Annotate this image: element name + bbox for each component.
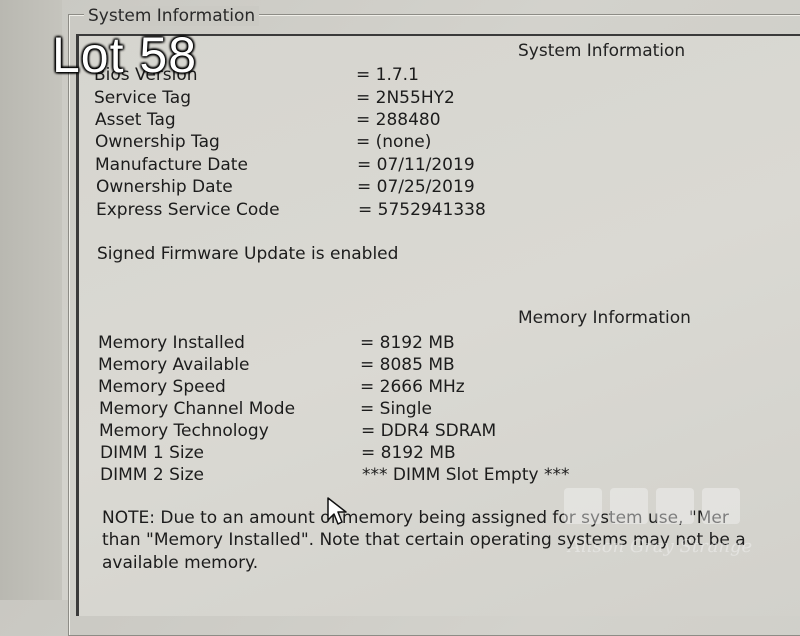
- value-memory-speed: = 2666 MHz: [360, 377, 465, 397]
- memory-info-heading: Memory Information: [518, 308, 691, 328]
- label-ownership-date: Ownership Date: [96, 177, 233, 197]
- value-ownership-tag: = (none): [356, 132, 432, 152]
- value-memory-technology: = DDR4 SDRAM: [361, 421, 497, 441]
- value-service-tag: = 2N55HY2: [356, 88, 455, 108]
- value-memory-available: = 8085 MB: [360, 355, 455, 375]
- watermark-logo-block: [702, 488, 740, 524]
- value-dimm1-size: = 8192 MB: [361, 443, 456, 463]
- value-bios-version: = 1.7.1: [356, 65, 419, 85]
- lot-number-overlay: Lot 58: [52, 27, 198, 83]
- value-ownership-date: = 07/25/2019: [357, 177, 475, 197]
- watermark-logo-block: [656, 488, 694, 524]
- watermark-logo-block: [610, 488, 648, 524]
- label-memory-installed: Memory Installed: [98, 333, 245, 353]
- label-ownership-tag: Ownership Tag: [95, 132, 220, 152]
- note-line-3: available memory.: [102, 553, 259, 573]
- value-manufacture-date: = 07/11/2019: [357, 155, 475, 175]
- value-express-service-code: = 5752941338: [358, 200, 486, 220]
- label-dimm2-size: DIMM 2 Size: [100, 465, 204, 485]
- label-memory-technology: Memory Technology: [99, 421, 269, 441]
- firmware-status: Signed Firmware Update is enabled: [97, 244, 399, 264]
- value-asset-tag: = 288480: [356, 110, 441, 130]
- group-title: System Information: [84, 6, 260, 26]
- label-manufacture-date: Manufacture Date: [95, 155, 248, 175]
- label-express-service-code: Express Service Code: [96, 200, 280, 220]
- label-asset-tag: Asset Tag: [95, 110, 176, 130]
- value-memory-installed: = 8192 MB: [360, 333, 455, 353]
- label-dimm1-size: DIMM 1 Size: [100, 443, 204, 463]
- system-info-heading: System Information: [518, 41, 686, 61]
- watermark-text: Alison Gray Strange: [568, 536, 753, 557]
- value-dimm2-size: *** DIMM Slot Empty ***: [362, 465, 570, 485]
- photographer-watermark: Alison Gray Strange: [560, 488, 760, 568]
- label-memory-speed: Memory Speed: [98, 377, 226, 397]
- label-service-tag: Service Tag: [94, 88, 192, 108]
- value-memory-channel-mode: = Single: [360, 399, 432, 419]
- label-memory-available: Memory Available: [98, 355, 250, 375]
- label-memory-channel-mode: Memory Channel Mode: [99, 399, 296, 419]
- screen-left-bezel: [0, 0, 62, 600]
- mouse-pointer-icon: [327, 497, 347, 525]
- watermark-logo-block: [564, 488, 602, 524]
